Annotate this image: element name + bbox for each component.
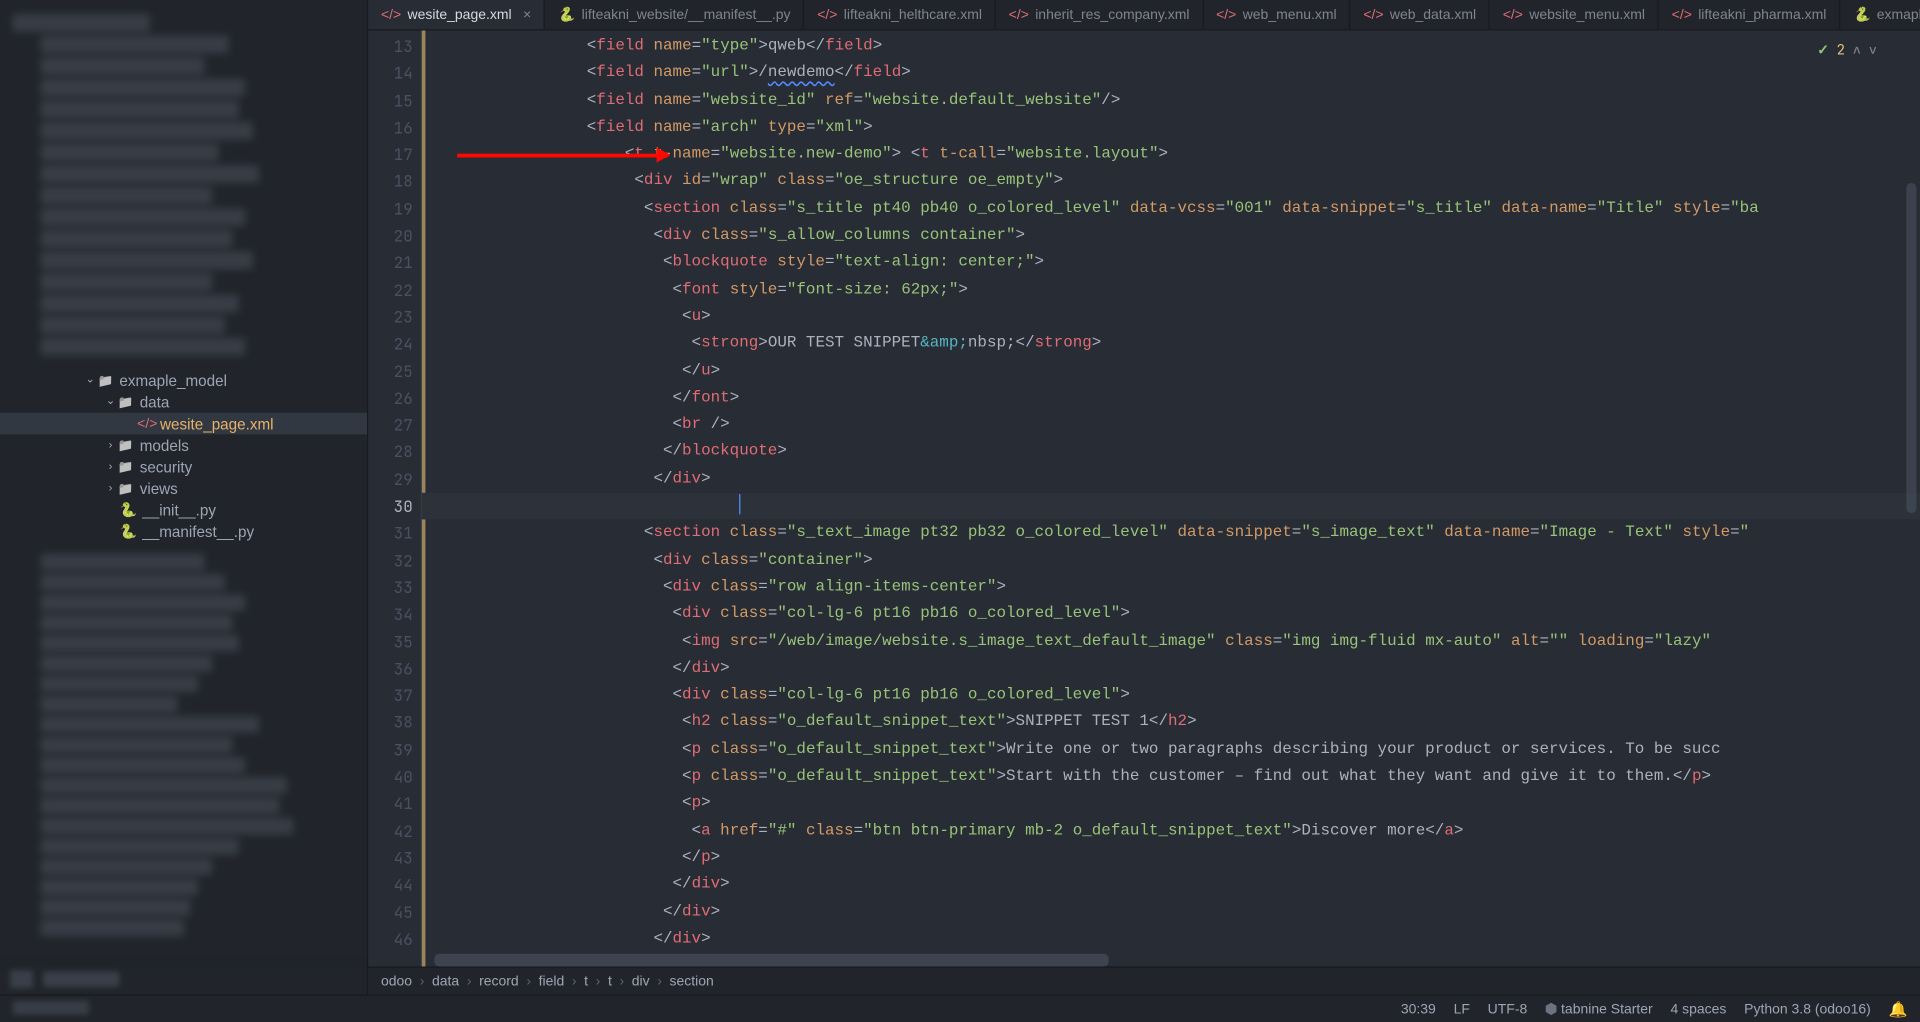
xml-file-icon: </> (1672, 7, 1692, 22)
vertical-scrollbar[interactable] (1906, 183, 1916, 513)
tab-1[interactable]: 🐍 lifteakni_website/__manifest__.py (545, 0, 804, 29)
tab-8[interactable]: 🐍 exmaple_model/__manifest_... (1840, 0, 1920, 29)
tree-folder-views[interactable]: ›views (0, 478, 367, 500)
sidebar-blur-top (0, 0, 367, 370)
tree-folder-exmaple-model[interactable]: ⌄exmaple_model (0, 370, 367, 392)
current-line-highlight (422, 493, 1920, 520)
tree-folder-data[interactable]: ⌄data (0, 391, 367, 413)
tree-file-manifest[interactable]: 🐍__manifest__.py (0, 521, 367, 543)
tab-label: inherit_res_company.xml (1035, 7, 1189, 22)
status-tabnine[interactable]: ⬢tabnine Starter (1545, 1001, 1653, 1018)
sidebar: ⌄exmaple_model ⌄data </>wesite_page.xml … (0, 0, 368, 994)
tree-folder-models[interactable]: ›models (0, 434, 367, 456)
xml-file-icon: </> (381, 7, 401, 22)
breadcrumb-item[interactable]: t (608, 973, 612, 988)
tab-0[interactable]: </> wesite_page.xml × (368, 0, 545, 29)
editor: </> wesite_page.xml × 🐍 lifteakni_website/__… (368, 0, 1920, 994)
tab-label: web_data.xml (1390, 7, 1476, 22)
notifications-icon[interactable]: 🔔 (1889, 1000, 1908, 1018)
status-encoding[interactable]: UTF-8 (1488, 1001, 1528, 1016)
breadcrumb-item[interactable]: div (632, 973, 650, 988)
tab-label: wesite_page.xml (408, 7, 512, 22)
tab-4[interactable]: </> web_menu.xml (1203, 0, 1350, 29)
breadcrumb-sep: › (526, 973, 531, 988)
file-tree[interactable]: ⌄exmaple_model ⌄data </>wesite_page.xml … (0, 370, 367, 543)
tab-label: website_menu.xml (1529, 7, 1645, 22)
status-interpreter[interactable]: Python 3.8 (odoo16) (1744, 1001, 1871, 1016)
breadcrumb-item[interactable]: t (584, 973, 588, 988)
status-bar: 30:39 LF UTF-8 ⬢tabnine Starter 4 spaces… (0, 994, 1920, 1022)
horizontal-scrollbar[interactable] (434, 954, 1108, 967)
tab-label: exmaple_model/__manifest_... (1877, 7, 1920, 22)
breadcrumb-item[interactable]: data (432, 973, 459, 988)
tab-bar[interactable]: </> wesite_page.xml × 🐍 lifteakni_website/__… (368, 0, 1920, 30)
inspection-widget[interactable]: ✓ 2 ∧ ∨ (1812, 36, 1882, 68)
tab-label: lifteakni_pharma.xml (1698, 7, 1826, 22)
breadcrumb-sep: › (619, 973, 624, 988)
close-icon[interactable]: × (523, 7, 531, 22)
xml-file-icon: </> (1503, 7, 1523, 22)
breadcrumb-item[interactable]: record (479, 973, 519, 988)
breadcrumb-sep: › (657, 973, 662, 988)
tab-2[interactable]: </> lifteakni_helthcare.xml (805, 0, 996, 29)
annotation-red-arrow (457, 154, 668, 157)
check-icon: ✓ (1817, 38, 1829, 65)
xml-file-icon: </> (1363, 7, 1383, 22)
tree-file-init[interactable]: 🐍__init__.py (0, 499, 367, 521)
inspection-down-icon[interactable]: ∨ (1869, 38, 1877, 65)
xml-file-icon: </> (817, 7, 837, 22)
breadcrumb-item[interactable]: section (670, 973, 714, 988)
breadcrumb-sep: › (596, 973, 601, 988)
breadcrumbs[interactable]: odoo › data › record › field › t › t › div › section (368, 966, 1920, 994)
status-position[interactable]: 30:39 (1401, 1001, 1436, 1016)
tab-6[interactable]: </> website_menu.xml (1490, 0, 1659, 29)
status-line-sep[interactable]: LF (1454, 1001, 1470, 1016)
breadcrumb-item[interactable]: field (539, 973, 565, 988)
tree-file-wesite-page[interactable]: </>wesite_page.xml (0, 413, 367, 435)
tab-3[interactable]: </> inherit_res_company.xml (996, 0, 1203, 29)
tab-5[interactable]: </> web_data.xml (1351, 0, 1490, 29)
xml-file-icon: </> (1009, 7, 1029, 22)
tab-label: lifteakni_helthcare.xml (844, 7, 982, 22)
inspection-up-icon[interactable]: ∧ (1853, 38, 1861, 65)
status-indent[interactable]: 4 spaces (1670, 1001, 1726, 1016)
breadcrumb-sep: › (420, 973, 425, 988)
tab-label: web_menu.xml (1243, 7, 1337, 22)
breadcrumb-item[interactable]: odoo (381, 973, 412, 988)
tab-7[interactable]: </> lifteakni_pharma.xml (1659, 0, 1840, 29)
breadcrumb-sep: › (467, 973, 472, 988)
warning-count: 2 (1837, 38, 1845, 65)
py-file-icon: 🐍 (1853, 6, 1870, 23)
breadcrumb-sep: › (572, 973, 577, 988)
gutter: 1314151617181920212223242526272829303132… (368, 30, 421, 966)
xml-file-icon: </> (1216, 7, 1236, 22)
py-file-icon: 🐍 (558, 6, 575, 23)
sidebar-footer (0, 961, 367, 994)
tab-label: lifteakni_website/__manifest__.py (582, 7, 791, 22)
sidebar-blur-bottom (0, 542, 367, 961)
code-area[interactable]: 1314151617181920212223242526272829303132… (368, 30, 1920, 966)
tree-folder-security[interactable]: ›security (0, 456, 367, 478)
